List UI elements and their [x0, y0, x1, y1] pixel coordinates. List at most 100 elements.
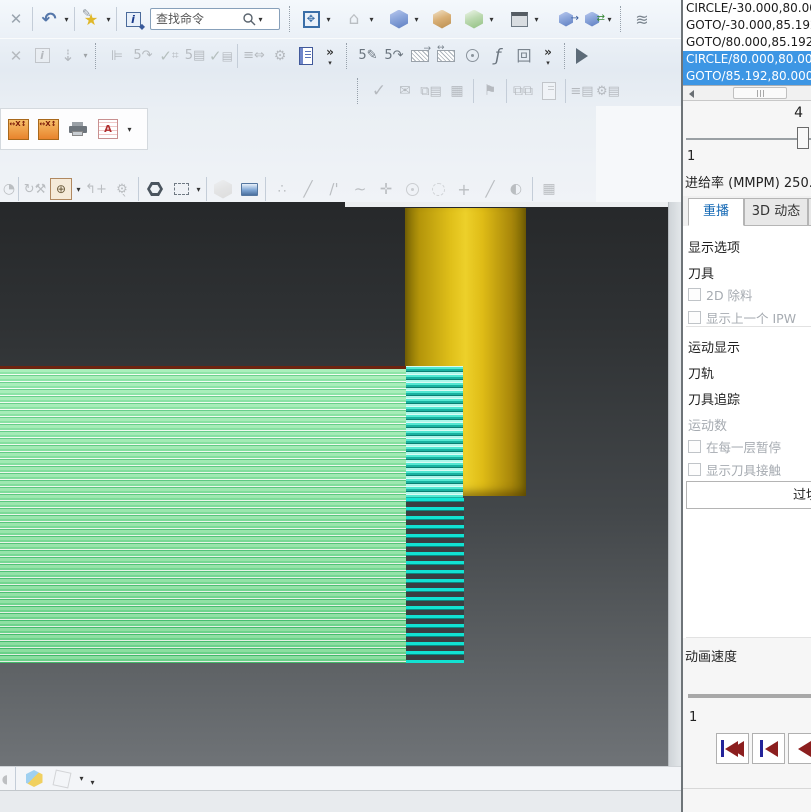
offset-region-icon[interactable]: 回 [511, 42, 537, 70]
custom-dropdown-icon[interactable]: ▾ [125, 125, 134, 134]
cut-region-upper [406, 366, 463, 498]
scroll-thumb[interactable] [733, 87, 787, 99]
window-dropdown-icon[interactable]: ▾ [532, 15, 541, 24]
custom-toolbar: ↔X↕ ↔X↕ A ▾ [0, 108, 148, 150]
point-dialog-icon[interactable] [142, 175, 168, 203]
delete-icon[interactable]: ✕ [3, 5, 29, 33]
section-view-icon[interactable] [429, 5, 455, 33]
overflow2-icon[interactable]: »▾ [537, 42, 559, 70]
panel-arrow-icon[interactable] [573, 42, 599, 70]
display-dropdown2-icon[interactable]: ▾ [88, 778, 97, 787]
gcode-line[interactable]: CIRCLE/-30.000,80.000 [683, 0, 811, 17]
grid-snap-icon: ▦ [536, 175, 562, 203]
animation-speed-label: 动画速度 [685, 646, 737, 665]
checkbox-icon [688, 463, 701, 476]
annotation-style-icon[interactable]: A [95, 115, 121, 143]
view-style-toolbar: ◖ ▾ ▾ [0, 766, 681, 790]
checkbox-icon [688, 288, 701, 301]
bounded-plane-icon[interactable] [236, 175, 262, 203]
select-dropdown-icon[interactable]: ▾ [194, 185, 203, 194]
point-filter-icon[interactable]: ⊕ [48, 175, 74, 203]
group-tool-trace: 刀具追踪 [688, 389, 740, 408]
snap-endpoint-icon: ╱ [295, 175, 321, 203]
fit-view-dropdown-icon[interactable]: ▾ [324, 15, 333, 24]
checkbox-pause-each-layer: 在每一层暂停 [688, 437, 781, 456]
point-icon[interactable] [459, 42, 485, 70]
command-finder[interactable]: ▾ [150, 8, 280, 30]
sort-icon: ⇣ [55, 42, 81, 70]
separator [237, 44, 238, 68]
rectangle-select-icon[interactable] [168, 175, 194, 203]
object-info-icon[interactable]: i◆ [120, 5, 146, 33]
measure-y-icon[interactable]: ↔X↕ [35, 115, 61, 143]
spline-icon[interactable]: ƒ [485, 42, 511, 70]
search-icon[interactable] [242, 12, 256, 26]
copy-to-layer-icon[interactable]: ⇄ [579, 5, 605, 33]
partial-circle-icon: ◔ [3, 175, 15, 203]
play-backward-button[interactable] [788, 733, 811, 764]
wand-dropdown-icon[interactable]: ▾ [104, 15, 113, 24]
orient-view-icon[interactable]: ⌂ [341, 5, 367, 33]
viewport-resizer[interactable] [668, 202, 681, 766]
gcode-list[interactable]: CIRCLE/-30.000,80.000 GOTO/-30.000,85.19… [683, 0, 811, 86]
gcode-line-selected[interactable]: CIRCLE/80.000,80.000, [683, 51, 811, 68]
tab-3d-dynamic[interactable]: 3D 动态 [744, 198, 808, 226]
checkmark-icon: ✓ [366, 77, 392, 105]
separator [564, 43, 568, 69]
snap-face-icon: ◐ [503, 175, 529, 203]
animation-speed-value: 1 [689, 710, 697, 725]
gouge-check-button[interactable]: 过切 [686, 481, 811, 509]
layer-dropdown-icon[interactable]: ▾ [605, 15, 614, 24]
view-dropdown-icon[interactable]: ▾ [412, 15, 421, 24]
wireframe-display-icon [49, 765, 75, 793]
separator [357, 78, 361, 104]
clip-section-icon[interactable] [461, 5, 487, 33]
graphics-viewport[interactable] [0, 202, 668, 766]
group-toolpath: 刀轨 [688, 363, 714, 382]
gcode-line-selected[interactable]: GOTO/85.192,80.000,- [683, 68, 811, 85]
scroll-left-icon[interactable] [685, 90, 694, 98]
edit-toolpath-icon[interactable]: 5✎ [355, 42, 381, 70]
step-back-button[interactable] [752, 733, 785, 764]
shaded-display-icon[interactable] [21, 765, 47, 793]
line-slider-track[interactable] [686, 138, 811, 140]
snap-point-icon: + [451, 175, 477, 203]
line-slider-handle[interactable] [797, 127, 809, 149]
layer-settings-icon[interactable]: ≋ [629, 5, 655, 33]
isometric-view-icon[interactable] [386, 5, 412, 33]
workpiece-boundary-icon[interactable]: → [407, 42, 433, 70]
animation-speed-slider[interactable] [688, 694, 811, 698]
separator [289, 6, 293, 32]
overflow-icon[interactable]: »▾ [319, 42, 341, 70]
search-dropdown-icon[interactable]: ▾ [256, 15, 265, 24]
print-icon[interactable] [65, 115, 91, 143]
search-input[interactable] [156, 12, 242, 26]
workpiece-extents-icon[interactable]: ↔ [433, 42, 459, 70]
separator [565, 79, 566, 103]
reorder-toolpath-icon[interactable]: 5↷ [381, 42, 407, 70]
play-backward-icon [798, 741, 811, 757]
tabular-note-icon: ▦ [444, 77, 470, 105]
fit-view-icon[interactable]: ✥ [298, 5, 324, 33]
gcode-line[interactable]: GOTO/-30.000,85.192, [683, 17, 811, 34]
measure-x-icon[interactable]: ↔X↕ [5, 115, 31, 143]
display-dropdown-icon[interactable]: ▾ [77, 774, 86, 783]
orient-dropdown-icon[interactable]: ▾ [367, 15, 376, 24]
status-bar [0, 790, 681, 812]
skip-to-start-button[interactable] [716, 733, 749, 764]
tab-replay[interactable]: 重播 [688, 198, 744, 226]
undo-icon[interactable]: ↶ [36, 5, 62, 33]
window-style-icon[interactable] [506, 5, 532, 33]
line-counter-start: 1 [687, 149, 695, 164]
filter-dropdown-icon[interactable]: ▾ [74, 185, 83, 194]
wand-star-icon[interactable]: ★✎ [78, 5, 104, 33]
gcode-line[interactable]: GOTO/80.000,85.192,- [683, 34, 811, 51]
undo-dropdown-icon[interactable]: ▾ [62, 15, 71, 24]
list-hscrollbar[interactable] [683, 86, 811, 101]
shop-documentation-icon[interactable] [293, 42, 319, 70]
separator [265, 177, 266, 201]
toolbar-row-standard: ✕ ↶ ▾ ★✎ ▾ i◆ ▾ ✥ ▾ ⌂ ▾ ▾ ▾ ▾ [0, 2, 681, 36]
clip-dropdown-icon[interactable]: ▾ [487, 15, 496, 24]
robot-icon: ⚙̖ [109, 175, 135, 203]
move-to-layer-icon[interactable]: → [553, 5, 579, 33]
